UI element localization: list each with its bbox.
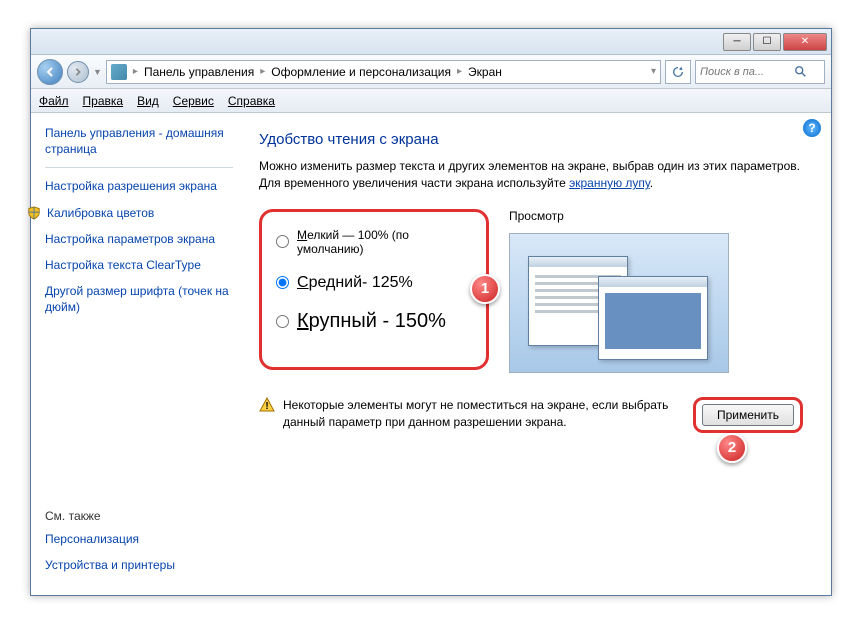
menu-view[interactable]: Вид xyxy=(137,94,159,108)
apply-button[interactable]: Применить xyxy=(702,404,794,426)
radio-medium-label: Средний- 125% xyxy=(297,274,413,292)
warning-text: Некоторые элементы могут не поместиться … xyxy=(283,397,685,431)
sidebar-calibrate-label: Калибровка цветов xyxy=(47,205,154,221)
sidebar-bottom: См. также Персонализация Устройства и пр… xyxy=(45,509,235,583)
menubar: Файл Правка Вид Сервис Справка xyxy=(31,89,831,113)
sidebar-dpi[interactable]: Другой размер шрифта (точек на дюйм) xyxy=(45,283,233,315)
radio-small[interactable]: Мелкий — 100% (по умолчанию) xyxy=(276,228,472,256)
breadcrumb-display[interactable]: Экран xyxy=(468,65,502,79)
sidebar: Панель управления - домашняя страница На… xyxy=(31,113,241,595)
control-panel-window: ─ ☐ ✕ ▼ ▸ Панель управления ▸ Оформление… xyxy=(30,28,832,596)
radio-small-input[interactable] xyxy=(276,235,289,248)
address-bar[interactable]: ▸ Панель управления ▸ Оформление и персо… xyxy=(106,60,661,84)
sidebar-monitor-settings[interactable]: Настройка параметров экрана xyxy=(45,231,233,247)
chevron-right-icon: ▸ xyxy=(133,66,138,77)
nav-dropdown-icon[interactable]: ▼ xyxy=(93,67,102,77)
search-box[interactable] xyxy=(695,60,825,84)
chevron-right-icon: ▸ xyxy=(457,66,462,77)
options-row: Мелкий — 100% (по умолчанию) Средний- 12… xyxy=(259,209,803,373)
preview-image xyxy=(509,233,729,373)
radio-large[interactable]: Крупный - 150% xyxy=(276,310,472,333)
forward-button[interactable] xyxy=(67,61,89,83)
refresh-icon xyxy=(671,65,685,79)
sidebar-separator xyxy=(45,167,233,168)
monitor-icon xyxy=(111,64,127,80)
window-buttons: ─ ☐ ✕ xyxy=(723,33,827,51)
navbar: ▼ ▸ Панель управления ▸ Оформление и пер… xyxy=(31,55,831,89)
breadcrumb-appearance[interactable]: Оформление и персонализация xyxy=(271,65,451,79)
content-area: Панель управления - домашняя страница На… xyxy=(31,113,831,595)
see-also-label: См. также xyxy=(45,509,235,523)
sidebar-resolution[interactable]: Настройка разрешения экрана xyxy=(45,178,233,194)
callout-1: 1 xyxy=(470,274,500,304)
menu-help[interactable]: Справка xyxy=(228,94,275,108)
menu-service[interactable]: Сервис xyxy=(173,94,214,108)
apply-highlight: Применить xyxy=(693,397,803,433)
svg-text:!: ! xyxy=(265,401,268,412)
radio-medium-input[interactable] xyxy=(276,276,289,289)
preview-window-2 xyxy=(598,276,708,360)
size-options-group: Мелкий — 100% (по умолчанию) Средний- 12… xyxy=(259,209,489,370)
warning-icon: ! xyxy=(259,397,275,413)
maximize-button[interactable]: ☐ xyxy=(753,33,781,51)
radio-small-label: Мелкий — 100% (по умолчанию) xyxy=(297,228,472,256)
chevron-down-icon[interactable]: ▾ xyxy=(651,66,656,77)
apply-wrap: Применить 2 xyxy=(693,397,803,433)
sidebar-home[interactable]: Панель управления - домашняя страница xyxy=(45,125,233,157)
arrow-left-icon xyxy=(44,66,56,78)
minimize-button[interactable]: ─ xyxy=(723,33,751,51)
menu-edit[interactable]: Правка xyxy=(83,94,124,108)
close-button[interactable]: ✕ xyxy=(783,33,827,51)
description-part2: . xyxy=(650,176,653,190)
back-button[interactable] xyxy=(37,59,63,85)
page-title: Удобство чтения с экрана xyxy=(259,131,803,148)
sidebar-personalization[interactable]: Персонализация xyxy=(45,531,235,547)
radio-large-input[interactable] xyxy=(276,315,289,328)
breadcrumb-control-panel[interactable]: Панель управления xyxy=(144,65,254,79)
sidebar-devices[interactable]: Устройства и принтеры xyxy=(45,557,235,573)
arrow-right-icon xyxy=(73,67,83,77)
description-text: Можно изменить размер текста и других эл… xyxy=(259,158,803,193)
help-icon[interactable]: ? xyxy=(803,119,821,137)
sidebar-calibrate[interactable]: Калибровка цветов xyxy=(27,205,233,221)
search-icon xyxy=(794,65,808,79)
callout-2: 2 xyxy=(717,433,747,463)
titlebar: ─ ☐ ✕ xyxy=(31,29,831,55)
search-input[interactable] xyxy=(700,66,790,78)
warning-row: ! Некоторые элементы могут не поместитьс… xyxy=(259,397,803,433)
chevron-right-icon: ▸ xyxy=(260,66,265,77)
description-part1: Можно изменить размер текста и других эл… xyxy=(259,159,800,190)
main-panel: ? Удобство чтения с экрана Можно изменит… xyxy=(241,113,831,595)
refresh-button[interactable] xyxy=(665,60,691,84)
sidebar-cleartype[interactable]: Настройка текста ClearType xyxy=(45,257,233,273)
shield-icon xyxy=(27,206,41,220)
radio-medium[interactable]: Средний- 125% xyxy=(276,274,472,292)
magnifier-link[interactable]: экранную лупу xyxy=(569,176,650,190)
preview-column: Просмотр xyxy=(509,209,803,373)
radio-large-label: Крупный - 150% xyxy=(297,310,446,333)
menu-file[interactable]: Файл xyxy=(39,94,69,108)
preview-label: Просмотр xyxy=(509,209,803,223)
